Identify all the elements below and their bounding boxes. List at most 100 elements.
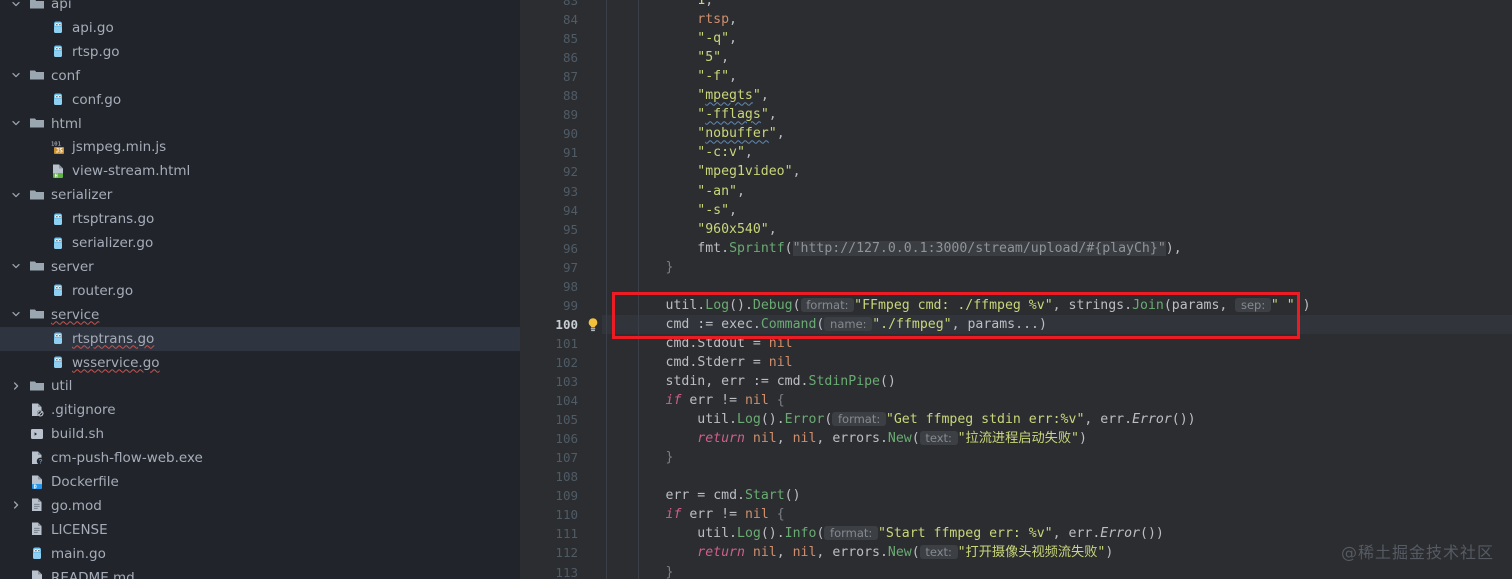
code-line[interactable]: "-fflags", [602,105,776,124]
tree-item-jsmpeg-min-js[interactable]: 101 JS jsmpeg.min.js [0,135,520,159]
intention-bulb-icon[interactable] [586,317,600,333]
code-token: . [1124,297,1133,313]
code-token: text: [919,545,958,560]
tree-item-serializer-go[interactable]: serializer.go [0,231,520,255]
chevron-down-icon[interactable] [10,0,23,11]
code-token: , [776,126,785,142]
shell-file-icon [29,426,46,443]
code-line[interactable]: "-q", [602,29,737,48]
code-line[interactable]: cmd := exec.Command( name: "./ffmpeg", p… [602,315,1047,334]
code-token: Error [784,412,825,428]
tree-item-api[interactable]: api [0,0,520,16]
tree-item-view-stream-html[interactable]: Hview-stream.html [0,159,520,183]
code-token: "Get ffmpeg stdin err:%v" [885,412,1085,428]
tree-item-go-mod[interactable]: go.mod [0,494,520,518]
code-token: Log [737,412,761,428]
chevron-down-icon[interactable] [10,308,23,321]
code-line[interactable]: if err != nil { [602,505,785,524]
code-token: . [737,488,745,504]
code-line[interactable]: cmd.Stdout = nil [602,334,793,353]
tree-item-serializer[interactable]: serializer [0,183,520,207]
tree-item-router-go[interactable]: router.go [0,279,520,303]
code-line[interactable]: "5", [602,48,729,67]
line-number: 108 [555,469,578,485]
code-token: "FFmpeg cmd: ./ffmpeg %v" [854,297,1053,313]
tree-item-rtsptrans-go[interactable]: rtsptrans.go [0,207,520,231]
code-line[interactable]: "-c:v", [602,143,753,162]
code-line[interactable]: rtsp, [602,10,737,29]
code-line[interactable]: "960x540", [602,220,776,239]
tree-item-build-sh[interactable]: build.sh [0,422,520,446]
code-line[interactable]: util.Log().Error( format: "Get ffmpeg st… [602,410,1196,429]
project-tool-window[interactable]: api api.go rtsp.go conf conf.go html 101 JS jsmp… [0,0,520,579]
tree-item-wsservice-go[interactable]: wsservice.go [0,351,520,375]
code-token: rtsp [697,12,730,28]
go-file-icon [50,43,67,60]
code-line[interactable]: util.Log().Debug( format: "FFmpeg cmd: .… [602,296,1311,315]
chevron-right-icon[interactable] [10,380,23,393]
code-line[interactable]: "mpeg1video", [602,162,800,181]
tree-item-label: README.md [51,569,135,579]
chevron-right-icon[interactable] [10,499,23,512]
code-token: " [768,126,777,142]
code-line[interactable]: "-an", [602,182,745,201]
line-number: 83 [562,0,578,8]
chevron-down-icon[interactable] [10,260,23,273]
tree-item-dockerfile[interactable]: D Dockerfile [0,470,520,494]
code-token: "-f" [697,69,730,85]
code-line[interactable]: stdin, err := cmd.StdinPipe() [602,372,896,391]
tree-item-api-go[interactable]: api.go [0,16,520,40]
line-number: 85 [562,31,578,47]
chevron-down-icon[interactable] [10,69,23,82]
tree-item-html[interactable]: html [0,112,520,136]
code-token: { [768,393,785,409]
twisty-placeholder [10,404,23,417]
code-token: != [721,507,738,523]
code-token: = [744,335,769,351]
code-line[interactable]: "mpegts", [602,86,769,105]
tree-item-readme-md[interactable]: H README.md [0,566,520,579]
code-line[interactable]: util.Log().Info( format: "Start ffmpeg e… [602,524,1164,543]
tree-item-rtsp-go[interactable]: rtsp.go [0,40,520,64]
tree-item-license[interactable]: LICENSE [0,518,520,542]
code-line[interactable]: cmd.Stderr = nil [602,353,793,372]
code-token: Info [784,526,817,542]
tree-item-service[interactable]: service [0,303,520,327]
code-line[interactable]: return nil, nil, errors.New( text: "打开摄像… [602,543,1113,562]
code-line[interactable]: "nobuffer", [602,124,785,143]
code-token: , [705,374,722,389]
chevron-down-icon[interactable] [10,117,23,130]
tree-item-server[interactable]: server [0,255,520,279]
code-editor[interactable]: 83 84 85 86 87 88 89 90 91 92 93 94 95 96 97 98 99 100 101… [520,0,1512,579]
tree-item-rtsptrans-go[interactable]: rtsptrans.go [0,326,520,351]
chevron-down-icon[interactable] [10,189,23,202]
code-token: New [887,431,912,447]
code-line[interactable]: if err != nil { [602,391,785,410]
tree-item-conf-go[interactable]: conf.go [0,88,520,112]
line-number: 110 [555,507,578,523]
code-line[interactable]: err = cmd.Start() [602,486,801,505]
tree-item-cm-push-flow-web-exe[interactable]: ? cm-push-flow-web.exe [0,446,520,470]
code-line[interactable]: fmt.Sprintf("http://127.0.0.1:3000/strea… [602,239,1182,258]
tree-item-util[interactable]: util [0,374,520,398]
code-token: () [784,488,801,504]
editor-gutter[interactable]: 83 84 85 86 87 88 89 90 91 92 93 94 95 96 97 98 99 100 101… [520,0,602,579]
code-line[interactable]: "-f", [602,67,737,86]
code-token: err [681,507,722,523]
code-line[interactable]: return nil, nil, errors.New( text: "拉流进程… [602,429,1087,448]
code-token: Debug [752,297,793,313]
tree-item-gitignore[interactable]: .gitignore [0,398,520,422]
code-token: "打开摄像头视频流失败" [957,545,1106,561]
code-token: , [729,69,737,85]
tree-item-conf[interactable]: conf [0,64,520,88]
tree-item-main-go[interactable]: main.go [0,542,520,566]
code-token: cmd [776,374,801,389]
code-line[interactable]: "-s", [602,201,737,220]
code-line[interactable]: 1, [602,0,713,10]
code-token: , [760,88,769,104]
line-number: 93 [562,183,578,199]
